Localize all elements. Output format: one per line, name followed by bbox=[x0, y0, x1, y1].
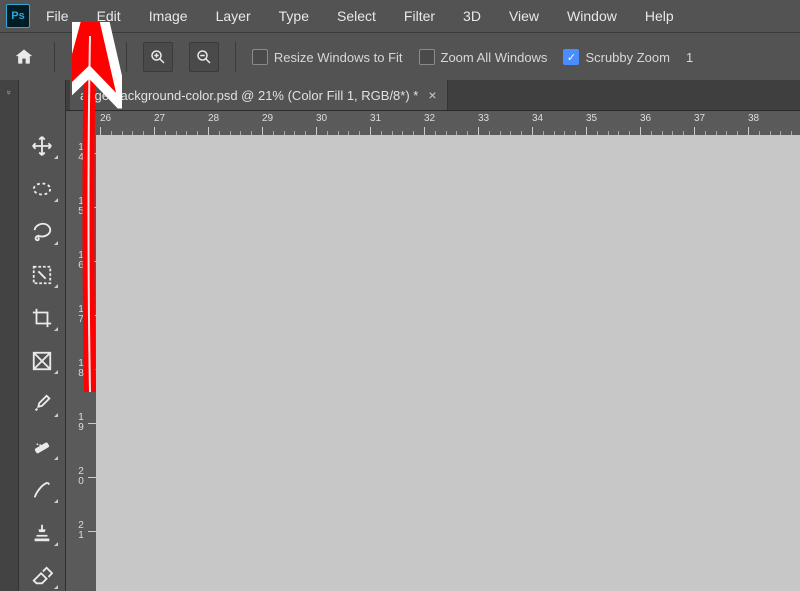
ruler-tick: 21 bbox=[66, 513, 96, 549]
ruler-tick: 35 bbox=[586, 111, 597, 135]
marquee-tool[interactable] bbox=[24, 173, 60, 204]
eyedropper-tool[interactable] bbox=[24, 388, 60, 419]
divider bbox=[235, 42, 236, 72]
ruler-tick: 18 bbox=[66, 351, 96, 387]
ruler-tick: 37 bbox=[694, 111, 705, 135]
close-icon[interactable]: × bbox=[428, 87, 436, 103]
menu-view[interactable]: View bbox=[497, 3, 551, 29]
ruler-tick: 20 bbox=[66, 459, 96, 495]
vertical-ruler[interactable]: 14 15 16 17 18 19 20 21 bbox=[66, 135, 97, 591]
ruler-tick: 14 bbox=[66, 135, 96, 171]
panel-collapse-gutter[interactable]: » bbox=[0, 80, 19, 591]
checkbox-box bbox=[419, 49, 435, 65]
lasso-tool[interactable] bbox=[24, 216, 60, 247]
scrubby-zoom-checkbox[interactable]: ✓ Scrubby Zoom bbox=[563, 49, 670, 65]
ruler-tick: 31 bbox=[370, 111, 381, 135]
ruler-tick: 32 bbox=[424, 111, 435, 135]
resize-windows-checkbox[interactable]: Resize Windows to Fit bbox=[252, 49, 403, 65]
healing-brush-tool[interactable] bbox=[24, 431, 60, 462]
ruler-tick: 17 bbox=[66, 297, 96, 333]
ruler-tick: 27 bbox=[154, 111, 165, 135]
ruler-tick: 15 bbox=[66, 189, 96, 225]
menu-type[interactable]: Type bbox=[267, 3, 321, 29]
ruler-tick: 34 bbox=[532, 111, 543, 135]
menu-select[interactable]: Select bbox=[325, 3, 388, 29]
zoom-in-button[interactable] bbox=[143, 42, 173, 72]
checkbox-box: ✓ bbox=[563, 49, 579, 65]
menu-bar: Ps File Edit Image Layer Type Select Fil… bbox=[0, 0, 800, 32]
menu-3d[interactable]: 3D bbox=[451, 3, 493, 29]
clone-stamp-tool[interactable] bbox=[24, 517, 60, 548]
ruler-tick: 33 bbox=[478, 111, 489, 135]
brush-tool[interactable] bbox=[24, 259, 60, 290]
document-tab-bar: ange-background-color.psd @ 21% (Color F… bbox=[66, 80, 800, 111]
menu-edit[interactable]: Edit bbox=[85, 3, 133, 29]
checkbox-label: Resize Windows to Fit bbox=[274, 50, 403, 65]
checkbox-label: Scrubby Zoom bbox=[585, 50, 670, 65]
menu-help[interactable]: Help bbox=[633, 3, 686, 29]
app-logo: Ps bbox=[6, 4, 30, 28]
ruler-tick: 28 bbox=[208, 111, 219, 135]
chevron-right-icon: » bbox=[4, 90, 13, 94]
menu-filter[interactable]: Filter bbox=[392, 3, 447, 29]
ruler-tick: 19 bbox=[66, 405, 96, 441]
move-tool[interactable] bbox=[24, 130, 60, 161]
ruler-tick: 26 bbox=[100, 111, 111, 135]
ruler-tick: 30 bbox=[316, 111, 327, 135]
chevron-down-icon: ▼ bbox=[99, 52, 108, 62]
horizontal-ruler[interactable]: 26 27 28 29 30 31 32 33 34 35 36 37 38 bbox=[96, 111, 800, 136]
ruler-tick: 16 bbox=[66, 243, 96, 279]
zoom-tool-dropdown[interactable]: ▼ bbox=[71, 46, 110, 68]
frame-tool[interactable] bbox=[24, 345, 60, 376]
toolbox bbox=[19, 80, 66, 591]
options-bar: ▼ Resize Windows to Fit Zoom All Windows… bbox=[0, 32, 800, 82]
workspace: » bbox=[0, 80, 800, 591]
checkbox-box bbox=[252, 49, 268, 65]
divider bbox=[126, 42, 127, 72]
zoom-out-button[interactable] bbox=[189, 42, 219, 72]
home-button[interactable] bbox=[10, 43, 38, 71]
document-area: ange-background-color.psd @ 21% (Color F… bbox=[66, 80, 800, 591]
crop-tool[interactable] bbox=[24, 302, 60, 333]
menu-file[interactable]: File bbox=[34, 3, 81, 29]
ruler-tick: 38 bbox=[748, 111, 759, 135]
document-tab-title: ange-background-color.psd @ 21% (Color F… bbox=[80, 88, 418, 103]
canvas[interactable] bbox=[96, 135, 800, 591]
canvas-container: 26 27 28 29 30 31 32 33 34 35 36 37 38 14 15 16 17 18 19 2… bbox=[66, 111, 800, 591]
eraser-tool[interactable] bbox=[24, 560, 60, 591]
pencil-tool[interactable] bbox=[24, 474, 60, 505]
zoom-value[interactable]: 1 bbox=[686, 50, 693, 65]
divider bbox=[54, 42, 55, 72]
zoom-all-windows-checkbox[interactable]: Zoom All Windows bbox=[419, 49, 548, 65]
ruler-tick: 29 bbox=[262, 111, 273, 135]
menu-image[interactable]: Image bbox=[137, 3, 200, 29]
document-tab[interactable]: ange-background-color.psd @ 21% (Color F… bbox=[70, 80, 448, 110]
checkbox-label: Zoom All Windows bbox=[441, 50, 548, 65]
menu-layer[interactable]: Layer bbox=[204, 3, 263, 29]
ruler-tick: 36 bbox=[640, 111, 651, 135]
menu-window[interactable]: Window bbox=[555, 3, 629, 29]
ruler-corner bbox=[66, 111, 97, 136]
